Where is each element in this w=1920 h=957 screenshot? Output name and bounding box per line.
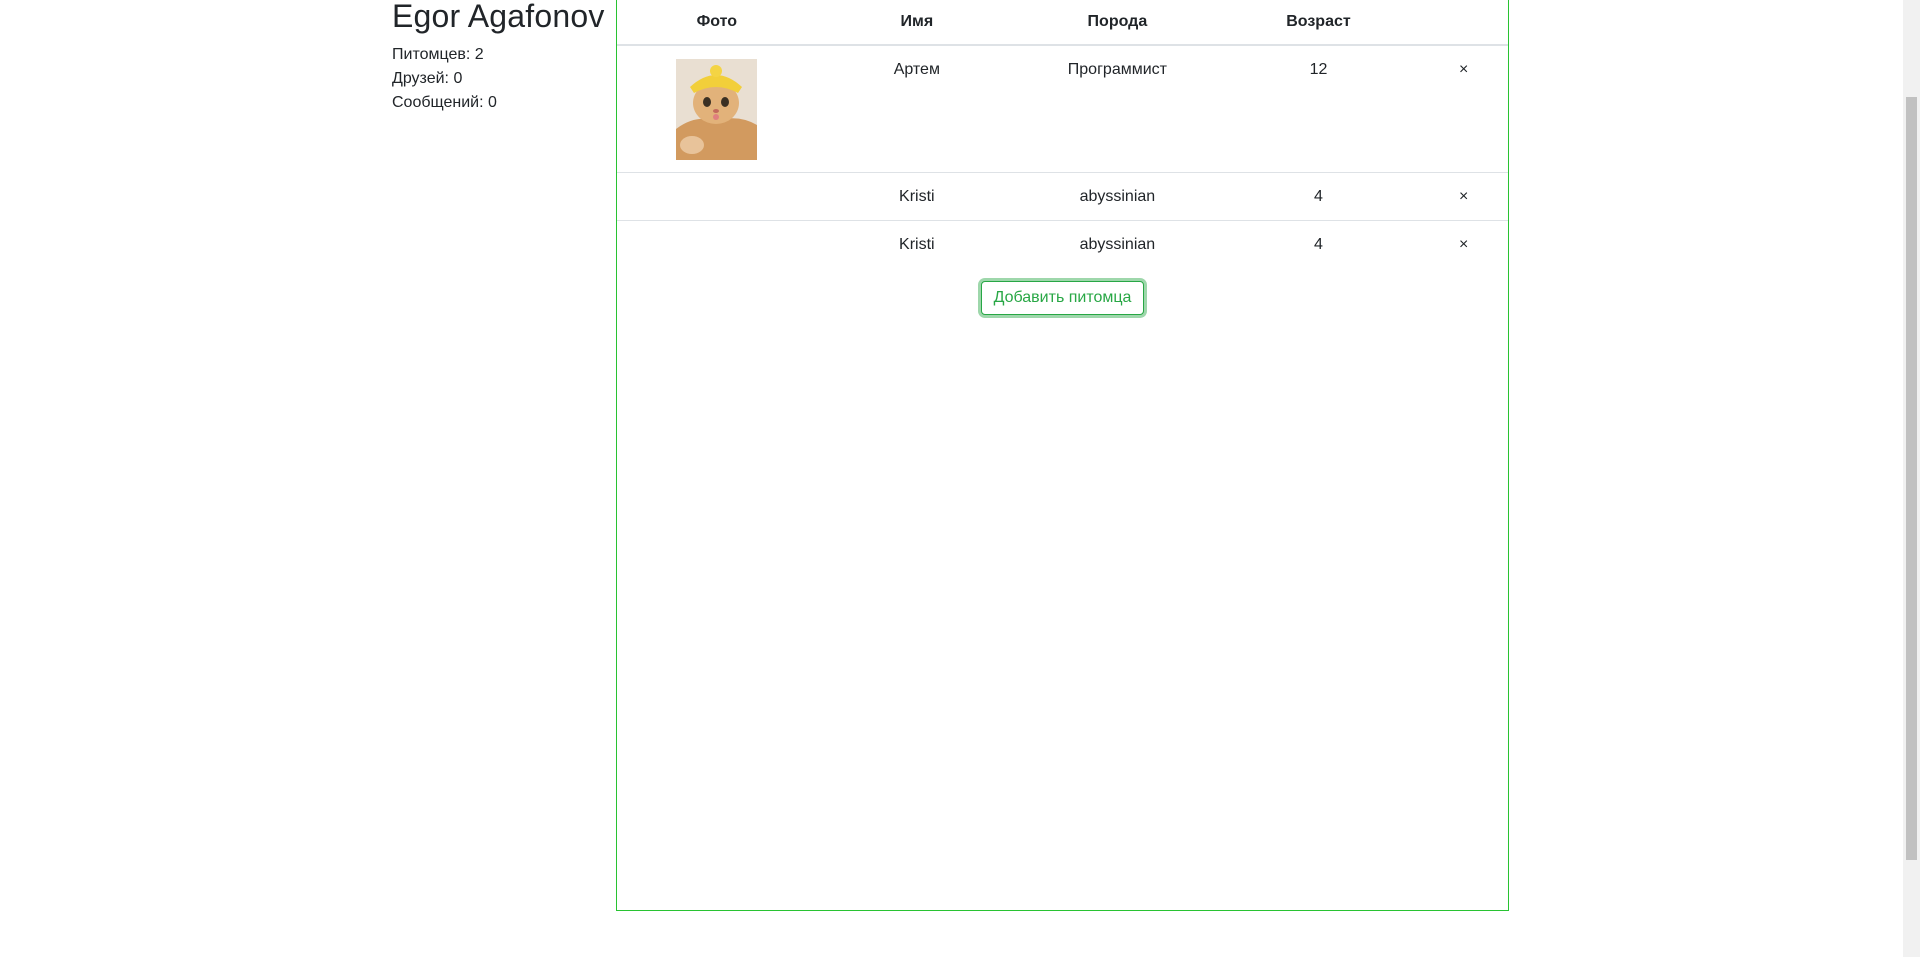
- profile-name: Egor Agafonov: [392, 0, 605, 34]
- header-row: Фото Имя Порода Возраст: [617, 0, 1508, 46]
- pet-breed: Программист: [1067, 61, 1167, 78]
- header-actions: [1419, 0, 1508, 46]
- pets-table-header: Фото Имя Порода Возраст: [617, 0, 1508, 46]
- delete-pet-button[interactable]: ×: [1459, 234, 1468, 256]
- pet-name: Kristi: [816, 172, 1018, 221]
- friends-count: Друзей: 0: [392, 70, 463, 87]
- delete-pet-button[interactable]: ×: [1459, 59, 1468, 81]
- table-row: Kristi abyssinian 4 ×: [617, 220, 1508, 268]
- scrollbar-thumb[interactable]: [1906, 97, 1917, 860]
- delete-pet-button[interactable]: ×: [1459, 186, 1468, 208]
- header-photo: Фото: [617, 0, 817, 46]
- add-pet-button[interactable]: Добавить питомца: [980, 281, 1145, 315]
- header-age: Возраст: [1217, 0, 1420, 46]
- pet-photo: [676, 59, 758, 160]
- header-name: Имя: [816, 0, 1018, 46]
- header-breed: Порода: [1017, 0, 1218, 46]
- pet-age: 12: [1309, 61, 1328, 78]
- pets-table: Фото Имя Порода Возраст Артем Программис…: [617, 0, 1508, 268]
- profile-stats: Питомцев: 2 Друзей: 0 Сообщений: 0: [392, 43, 612, 115]
- pet-name: Kristi: [816, 220, 1018, 268]
- add-pet-container: Добавить питомца: [617, 281, 1508, 315]
- profile-summary: Egor Agafonov Питомцев: 2 Друзей: 0 Сооб…: [392, 0, 612, 115]
- delete-cell: ×: [1419, 220, 1508, 268]
- pet-name: Артем: [893, 61, 940, 78]
- delete-cell: ×: [1419, 45, 1508, 173]
- pet-age: 4: [1217, 220, 1420, 268]
- photo-cell: [617, 172, 817, 221]
- pet-breed: abyssinian: [1017, 172, 1218, 221]
- delete-cell: ×: [1419, 172, 1508, 221]
- pets-table-body: Артем Программист 12 × Kristi abyssinian…: [617, 45, 1508, 268]
- photo-cell: [617, 220, 817, 268]
- table-row: Артем Программист 12 ×: [617, 45, 1508, 173]
- pets-count: Питомцев: 2: [392, 46, 484, 63]
- photo-cell: [617, 45, 817, 173]
- pets-panel: Фото Имя Порода Возраст Артем Программис…: [616, 0, 1509, 911]
- pet-breed: abyssinian: [1017, 220, 1218, 268]
- pet-age: 4: [1217, 172, 1420, 221]
- vertical-scrollbar[interactable]: [1903, 0, 1920, 957]
- table-row: Kristi abyssinian 4 ×: [617, 172, 1508, 221]
- messages-count: Сообщений: 0: [392, 94, 497, 111]
- page: Egor Agafonov Питомцев: 2 Друзей: 0 Сооб…: [0, 0, 1920, 957]
